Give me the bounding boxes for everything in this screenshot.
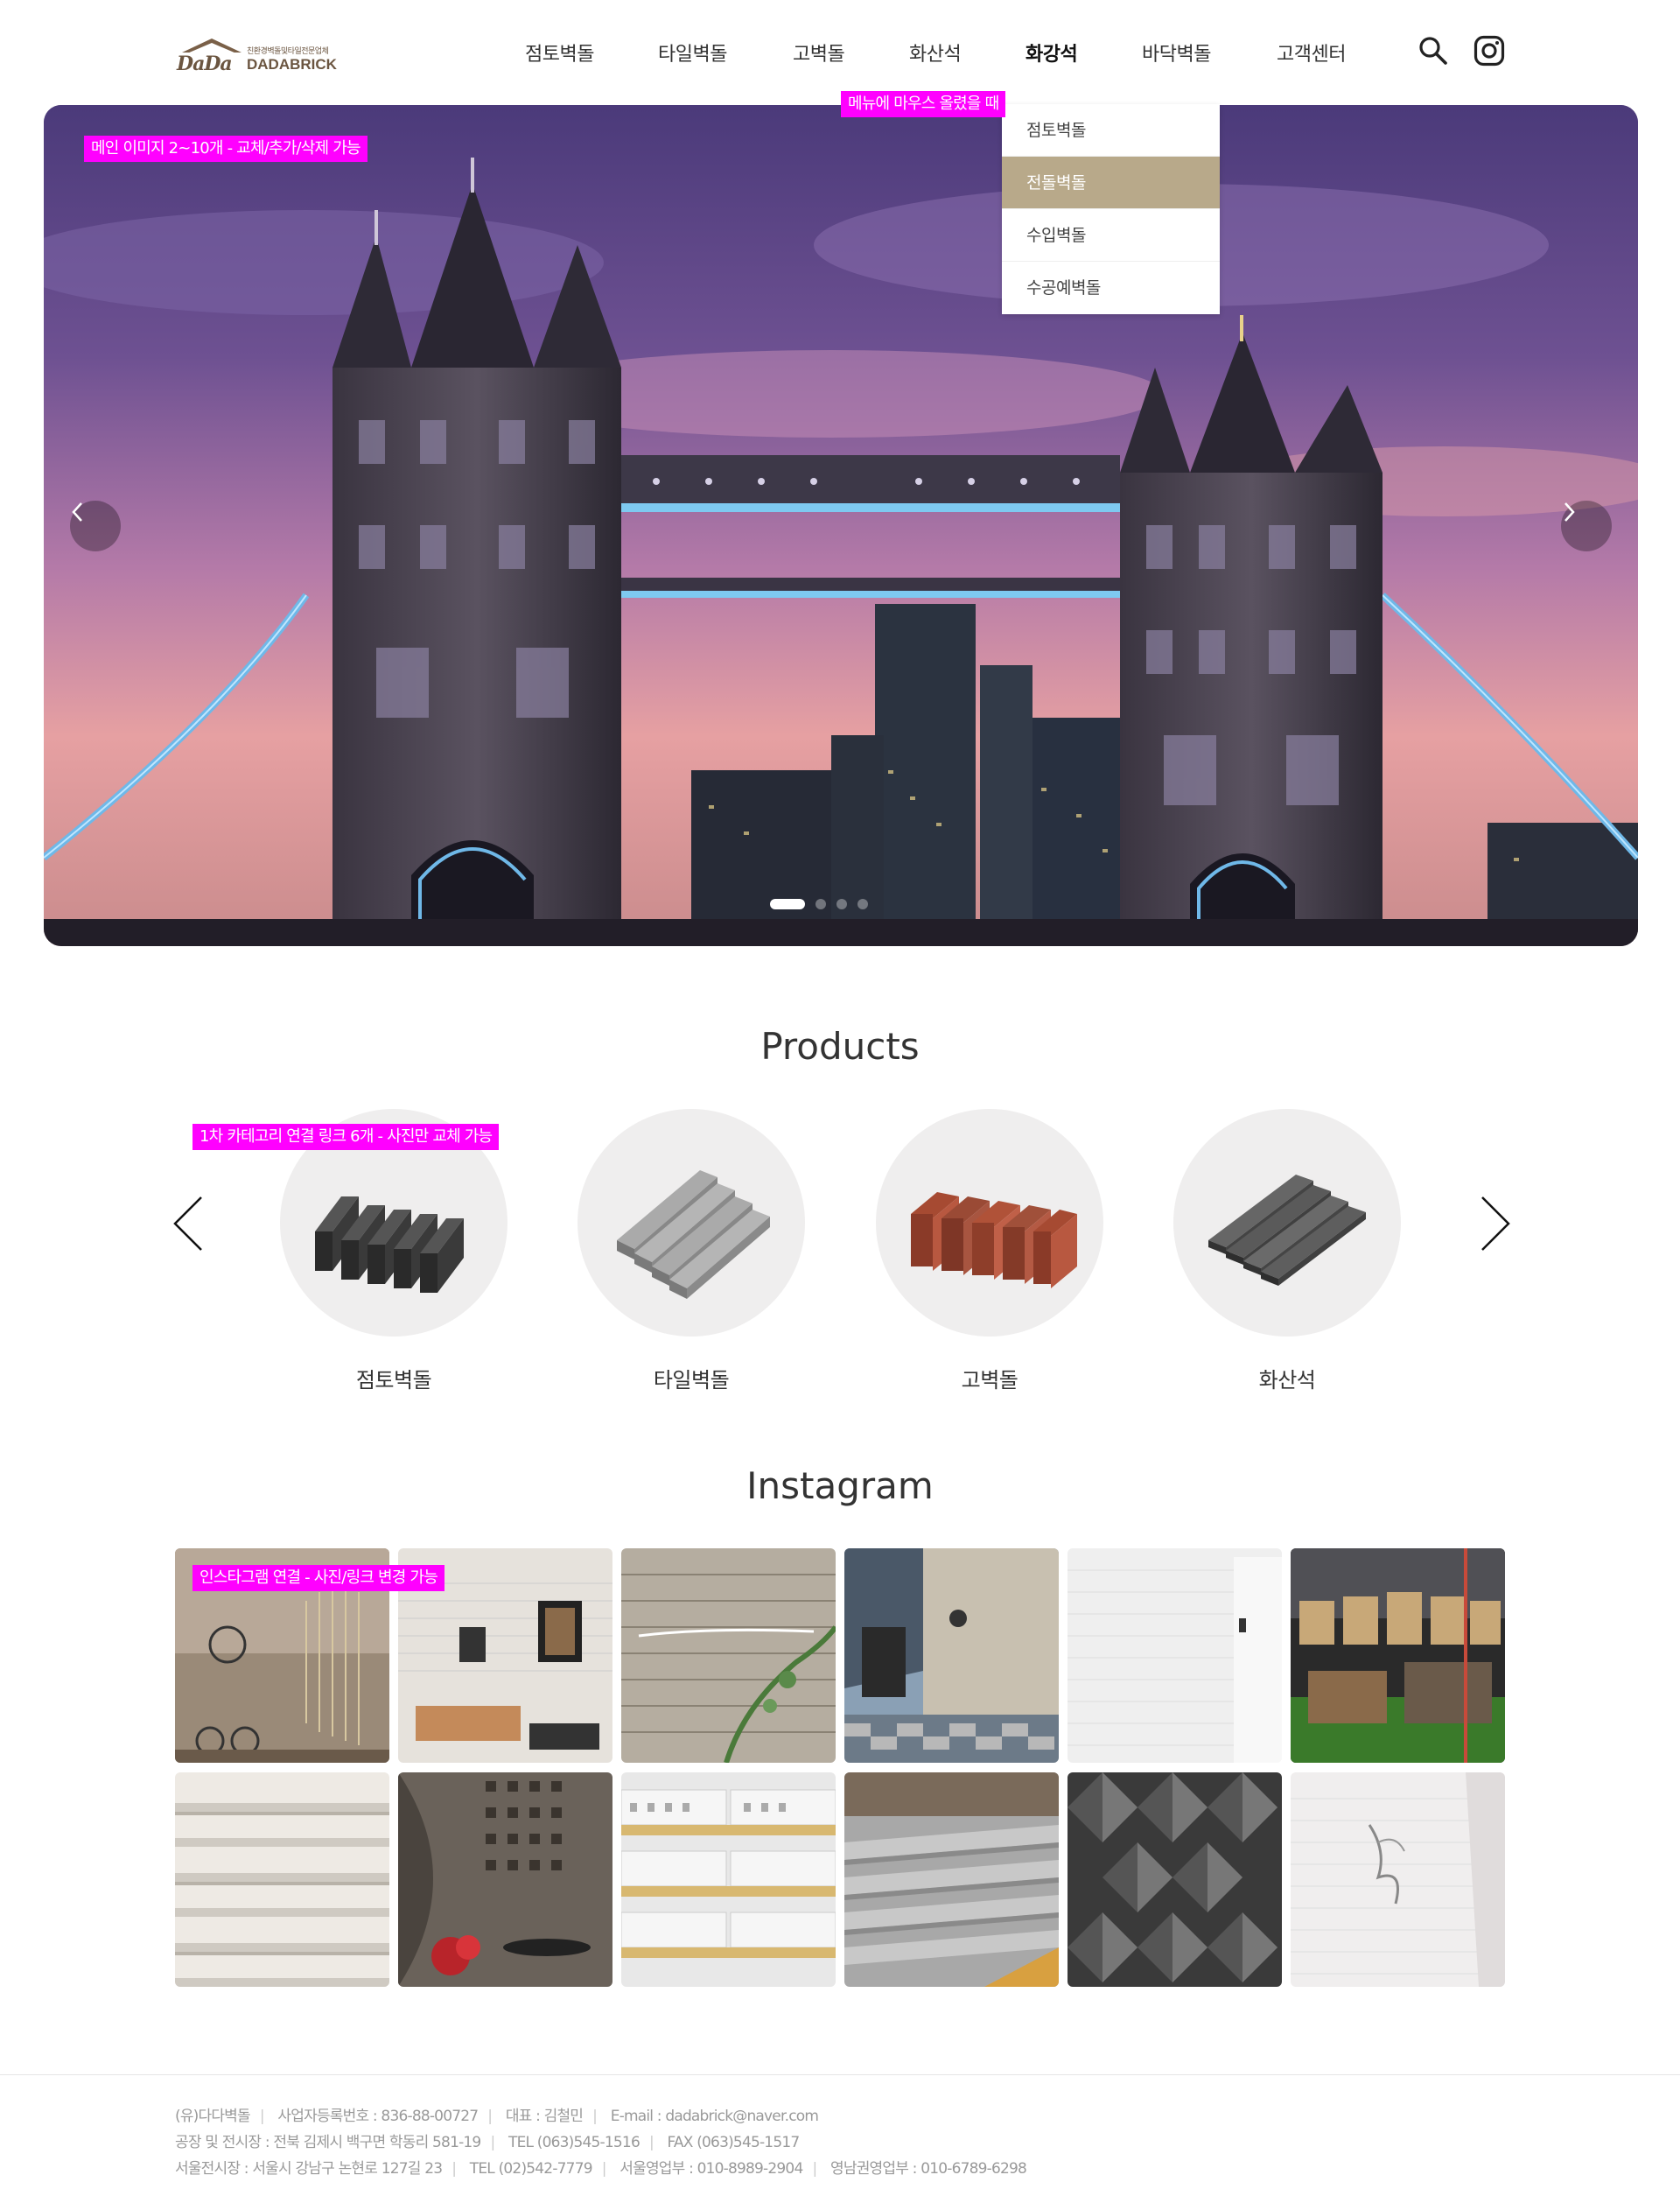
nav-item-old-brick[interactable]: 고벽돌 [793, 39, 845, 67]
logo-name: DADABRICK [247, 56, 337, 73]
annotation-menu-hover: 메뉴에 마우스 올렸을 때 [841, 91, 1006, 117]
logo-mark-text: DaDa [177, 53, 233, 75]
product-card-old-brick[interactable]: 고벽돌 [876, 1109, 1103, 1393]
logo-subtitle: 친환경벽돌및타일전문업체 [247, 47, 329, 56]
instagram-tile[interactable] [844, 1548, 1059, 1763]
site-header: DaDa 친환경벽돌및타일전문업체 DADABRICK 점토벽돌 타일벽돌 고벽… [0, 0, 1680, 105]
chevron-left-icon [173, 1196, 202, 1251]
nav-item-tile-brick[interactable]: 타일벽돌 [658, 39, 727, 67]
footer-line-company: (유)다다벽돌 | 사업자등록번호 : 836-88-00727 | 대표 : 김철… [175, 2108, 819, 2125]
search-icon[interactable] [1418, 35, 1449, 67]
footer-ceo: 대표 : 김철민 [505, 2108, 584, 2125]
hero-dot[interactable] [770, 899, 805, 909]
dropdown-item-jeondol-brick[interactable]: 전돌벽돌 [1002, 157, 1220, 209]
products-next-button[interactable] [1477, 1195, 1512, 1252]
instagram-title: Instagram [746, 1464, 934, 1507]
instagram-tile[interactable] [1068, 1548, 1282, 1763]
product-label: 고벽돌 [961, 1368, 1018, 1393]
footer-factory-fax: FAX (063)545-1517 [667, 2134, 801, 2151]
nav-item-granite[interactable]: 화강석 [1026, 39, 1078, 67]
footer-seoul-address: 서울전시장 : 서울시 강남구 논현로 127길 23 [175, 2160, 443, 2178]
nav-item-clay-brick[interactable]: 점토벽돌 [525, 39, 594, 67]
instagram-tile[interactable] [621, 1548, 836, 1763]
hero-slider [44, 105, 1638, 946]
footer-business-number: 사업자등록번호 : 836-88-00727 [277, 2108, 479, 2125]
site-logo[interactable]: DaDa 친환경벽돌및타일전문업체 DADABRICK [177, 35, 343, 75]
product-card-clay-brick[interactable]: 점토벽돌 [280, 1109, 508, 1393]
annotation-hero: 메인 이미지 2~10개 - 교체/추가/삭제 가능 [84, 136, 368, 162]
instagram-tile[interactable] [175, 1772, 389, 1987]
footer-company-name: (유)다다벽돌 [175, 2108, 251, 2125]
footer-factory-tel: TEL (063)545-1516 [508, 2134, 640, 2151]
footer-divider [0, 2074, 1680, 2075]
product-label: 점토벽돌 [355, 1368, 432, 1393]
footer-line-seoul: 서울전시장 : 서울시 강남구 논현로 127길 23 | TEL (02)542… [175, 2160, 1027, 2178]
instagram-grid [175, 1548, 1508, 1989]
products-prev-button[interactable] [172, 1195, 206, 1252]
hero-prev-button[interactable] [70, 501, 121, 551]
instagram-tile[interactable] [1291, 1548, 1505, 1763]
footer-seoul-sales: 서울영업부 : 010-8989-2904 [620, 2160, 803, 2178]
dropdown-item-imported-brick[interactable]: 수입벽돌 [1002, 209, 1220, 262]
chevron-right-icon [1481, 1196, 1510, 1251]
footer-line-factory: 공장 및 전시장 : 전북 김제시 백구면 학동리 581-19 | TEL (0… [175, 2134, 801, 2151]
footer-factory-address: 공장 및 전시장 : 전북 김제시 백구면 학동리 581-19 [175, 2134, 481, 2151]
nav-dropdown: 점토벽돌 전돌벽돌 수입벽돌 수공예벽돌 [1002, 104, 1220, 314]
product-card-tile-brick[interactable]: 타일벽돌 [578, 1109, 805, 1393]
product-card-volcanic-stone[interactable]: 화산석 [1173, 1109, 1401, 1393]
footer-yeongnam-sales: 영남권영업부 : 010-6789-6298 [830, 2160, 1027, 2178]
product-label: 화산석 [1258, 1368, 1316, 1393]
hero-pagination [770, 899, 868, 909]
instagram-tile[interactable] [1068, 1772, 1282, 1987]
product-image-old-brick [876, 1109, 1103, 1337]
nav-item-customer-center[interactable]: 고객센터 [1277, 39, 1346, 67]
products-title: Products [760, 1025, 920, 1068]
logo-mark: DaDa [177, 39, 243, 75]
footer-seoul-tel: TEL (02)542-7779 [469, 2160, 593, 2178]
hero-dot[interactable] [858, 899, 868, 909]
instagram-tile[interactable] [1291, 1772, 1505, 1987]
instagram-tile[interactable] [621, 1772, 836, 1987]
hero-next-button[interactable] [1561, 501, 1612, 551]
instagram-icon[interactable] [1474, 35, 1505, 67]
chevron-left-icon [72, 502, 82, 522]
product-image-volcanic-stone [1173, 1109, 1401, 1337]
instagram-tile[interactable] [398, 1772, 612, 1987]
instagram-tile[interactable] [844, 1772, 1059, 1987]
product-image-tile-brick [578, 1109, 805, 1337]
hero-image-tower-bridge [44, 105, 1638, 946]
annotation-instagram: 인스타그램 연결 - 사진/링크 변경 가능 [192, 1565, 444, 1591]
hero-dot[interactable] [816, 899, 826, 909]
chevron-right-icon [1564, 502, 1575, 522]
dropdown-item-handcraft-brick[interactable]: 수공예벽돌 [1002, 262, 1220, 314]
product-label: 타일벽돌 [653, 1368, 730, 1393]
site-footer: (유)다다벽돌 | 사업자등록번호 : 836-88-00727 | 대표 : 김철… [175, 2103, 1027, 2182]
nav-item-volcanic-stone[interactable]: 화산석 [909, 39, 962, 67]
nav-item-floor-brick[interactable]: 바닥벽돌 [1142, 39, 1211, 67]
hero-dot[interactable] [836, 899, 847, 909]
annotation-products: 1차 카테고리 연결 링크 6개 - 사진만 교체 가능 [192, 1124, 500, 1150]
dropdown-item-clay-brick[interactable]: 점토벽돌 [1002, 104, 1220, 157]
footer-email[interactable]: E-mail : dadabrick@naver.com [611, 2108, 819, 2125]
